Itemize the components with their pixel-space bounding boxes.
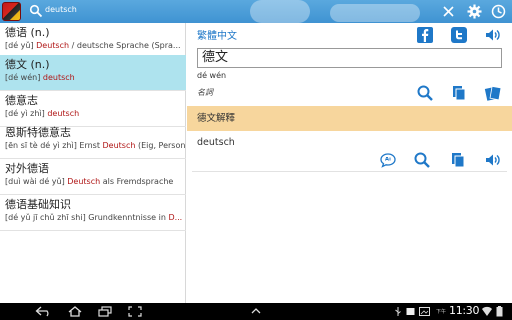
list-item-selected[interactable]: 德文 (n.) [dé wén] deutsch	[0, 55, 186, 91]
result-definition: [dé yì zhì] deutsch	[5, 109, 80, 118]
result-headword: 德意志	[5, 94, 38, 107]
list-item[interactable]: 恩斯特德意志 [ēn sī tè dé yì zhì] Ernst Deutsc…	[0, 123, 186, 159]
speech-icon[interactable]	[379, 151, 397, 169]
detail-pane: 繁體中文 德文 dé wén 名詞 德文解釋 deutsch	[187, 23, 512, 303]
copy-icon[interactable]	[449, 151, 467, 169]
gear-icon[interactable]	[466, 3, 483, 20]
gallery-icon	[419, 307, 430, 316]
section-header: 德文解釋	[187, 106, 512, 131]
recent-apps-icon[interactable]	[97, 306, 113, 317]
home-icon[interactable]	[67, 306, 83, 317]
up-icon[interactable]	[250, 306, 262, 317]
facebook-icon[interactable]	[416, 26, 434, 44]
results-list: 德语 (n.) [dé yǔ] Deutsch / deutsche Sprac…	[0, 23, 186, 303]
speaker-icon[interactable]	[484, 26, 502, 44]
search-icon[interactable]	[416, 84, 434, 102]
pinyin-text: dé wén	[197, 71, 227, 80]
back-icon[interactable]	[35, 306, 53, 317]
result-headword: 德语 (n.)	[5, 26, 50, 39]
result-definition: [ēn sī tè dé yì zhì] Ernst Deutsch (Eig,…	[5, 141, 186, 150]
flag-logo-icon[interactable]	[2, 2, 21, 21]
wifi-icon	[482, 306, 492, 316]
list-item[interactable]: 德语 (n.) [dé yǔ] Deutsch / deutsche Sprac…	[0, 23, 186, 59]
result-definition: [dé yǔ] Deutsch / deutsche Sprache (Spra…	[5, 41, 181, 50]
result-definition: [dé yǔ jī chǔ zhī shi] Grundkenntnisse i…	[5, 213, 183, 222]
search-input[interactable]: deutsch	[45, 5, 77, 14]
result-definition: [duì wài dé yǔ] Deutsch als Fremdsprache	[5, 177, 174, 186]
result-headword: 德语基础知识	[5, 198, 71, 211]
sky-cloud-decoration	[330, 4, 420, 22]
flashcard-icon[interactable]	[484, 84, 502, 102]
search-bar: deutsch	[0, 0, 512, 23]
list-item[interactable]: 对外德语 [duì wài dé yǔ] Deutsch als Fremdsp…	[0, 159, 186, 195]
search-icon[interactable]	[29, 4, 43, 18]
status-clock: 11:30	[449, 304, 480, 317]
am-pm-indicator: 下午	[436, 309, 447, 315]
close-icon[interactable]	[440, 3, 457, 20]
list-item[interactable]: 德意志 [dé yì zhì] deutsch	[0, 91, 186, 127]
result-headword: 对外德语	[5, 162, 49, 175]
list-item[interactable]: 德语基础知识 [dé yǔ jī chǔ zhī shi] Grundkennt…	[0, 195, 186, 231]
headword-display: 德文	[197, 48, 502, 68]
speaker-icon[interactable]	[484, 151, 502, 169]
system-nav-bar: 下午 11:30	[0, 303, 512, 320]
divider	[192, 171, 507, 172]
history-icon[interactable]	[490, 3, 507, 20]
search-icon[interactable]	[413, 151, 431, 169]
usb-icon	[395, 307, 401, 316]
twitter-icon[interactable]	[450, 26, 468, 44]
part-of-speech: 名詞	[197, 88, 213, 97]
image-icon	[406, 308, 415, 315]
copy-icon[interactable]	[450, 84, 468, 102]
traditional-chinese-toggle[interactable]: 繁體中文	[197, 27, 237, 42]
battery-icon	[496, 306, 503, 317]
sky-cloud-decoration	[250, 0, 310, 23]
result-headword: 德文 (n.)	[5, 58, 50, 71]
translation-text: deutsch	[197, 137, 235, 148]
result-definition: [dé wén] deutsch	[5, 73, 75, 82]
result-headword: 恩斯特德意志	[5, 126, 71, 139]
screenshot-icon[interactable]	[128, 306, 142, 317]
